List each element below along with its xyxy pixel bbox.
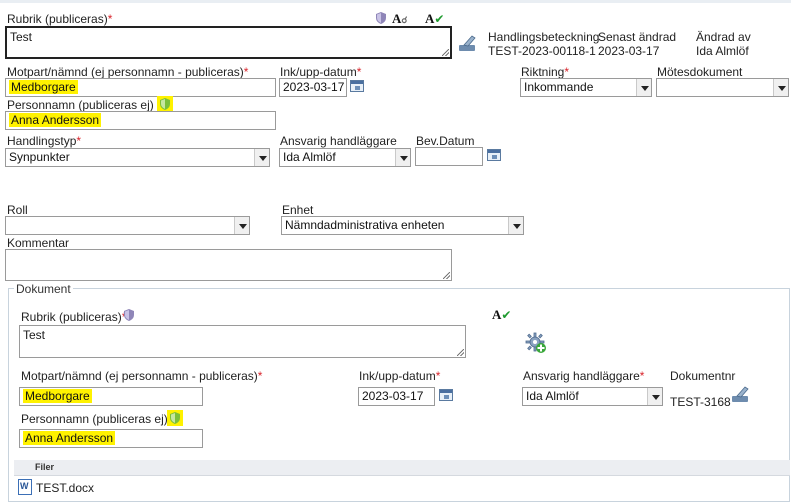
ansvarig-label: Ansvarig handläggare: [280, 134, 397, 148]
shield-icon: [170, 412, 180, 424]
handlingstyp-label: Handlingstyp*: [7, 134, 82, 148]
handlingsbeteckning-value: TEST-2023-00118-1: [488, 44, 596, 58]
rubrik-textarea[interactable]: Test: [5, 26, 452, 59]
dok-ink-date-input[interactable]: 2023-03-17: [358, 387, 435, 406]
chevron-down-icon: [773, 79, 788, 96]
handlingstyp-select[interactable]: Synpunkter: [5, 148, 270, 167]
enhet-label: Enhet: [282, 203, 314, 217]
file-name[interactable]: TEST.docx: [36, 481, 94, 495]
kommentar-textarea[interactable]: [5, 249, 452, 281]
chevron-down-icon: [508, 217, 523, 234]
word-document-icon: [18, 479, 32, 495]
file-row[interactable]: TEST.docx: [14, 478, 790, 498]
chevron-down-icon: [234, 217, 249, 234]
riktning-label: Riktning*: [521, 65, 570, 79]
enhet-select[interactable]: Nämndadministrativa enheten: [281, 216, 524, 235]
calendar-icon[interactable]: [439, 389, 453, 401]
search-spell-icon[interactable]: A☌: [392, 11, 407, 27]
motpart-label: Motpart/nämnd (ej personnamn - publicera…: [7, 65, 249, 79]
dok-rubrik-label: Rubrik (publiceras)*: [21, 310, 127, 324]
ansvarig-select[interactable]: Ida Almlöf: [279, 148, 411, 167]
handlingsbeteckning-label: Handlingsbeteckning: [488, 30, 600, 44]
dokumentnr-value: TEST-3168: [670, 395, 731, 409]
clear-icon[interactable]: [731, 385, 751, 403]
bevdatum-label: Bev.Datum: [416, 134, 475, 148]
files-table-header: Filer: [14, 460, 790, 476]
shield-icon: [376, 12, 386, 24]
chevron-down-icon: [254, 149, 269, 166]
kommentar-label: Kommentar: [7, 236, 70, 250]
dok-ink-label: Ink/upp-datum*: [359, 369, 441, 383]
shield-highlight: [167, 410, 183, 426]
roll-select[interactable]: [5, 216, 250, 235]
spellcheck-icon[interactable]: A✔: [492, 307, 511, 323]
rubrik-label: Rubrik (publiceras)*: [7, 12, 113, 26]
dokument-legend: Dokument: [14, 282, 73, 296]
chevron-down-icon: [395, 149, 410, 166]
dok-personnamn-input[interactable]: Anna Andersson: [19, 429, 203, 448]
bevdatum-input[interactable]: [415, 147, 483, 166]
dok-personnamn-label: Personnamn (publiceras ej): [21, 412, 168, 426]
personnamn-input[interactable]: Anna Andersson: [5, 111, 276, 130]
dokumentnr-label: Dokumentnr: [670, 369, 736, 383]
senast-andrad-label: Senast ändrad: [598, 30, 677, 44]
roll-label: Roll: [7, 203, 28, 217]
filer-column-header: Filer: [35, 462, 55, 472]
personnamn-label: Personnamn (publiceras ej): [7, 98, 154, 112]
top-border: [0, 0, 791, 3]
riktning-select[interactable]: Inkommande: [520, 78, 652, 97]
spellcheck-icon[interactable]: A✔: [425, 11, 444, 27]
motesdokument-select[interactable]: [656, 78, 789, 97]
shield-highlight: [157, 96, 173, 112]
chevron-down-icon: [647, 388, 662, 405]
calendar-icon[interactable]: [350, 80, 364, 92]
dok-ansvarig-label: Ansvarig handläggare*: [523, 369, 645, 383]
dok-motpart-input[interactable]: Medborgare: [19, 387, 203, 406]
motpart-input[interactable]: Medborgare: [5, 78, 276, 97]
chevron-down-icon: [636, 79, 651, 96]
andrad-av-value: Ida Almlöf: [696, 44, 749, 58]
dok-rubrik-textarea[interactable]: Test: [19, 325, 466, 358]
dok-motpart-label: Motpart/nämnd (ej personnamn - publicera…: [21, 369, 263, 383]
motesdokument-label: Mötesdokument: [657, 65, 743, 79]
andrad-av-label: Ändrad av: [696, 30, 751, 44]
dok-ansvarig-select[interactable]: Ida Almlöf: [522, 387, 663, 406]
shield-icon: [124, 309, 134, 321]
calendar-icon[interactable]: [487, 149, 501, 161]
ink-label: Ink/upp-datum*: [280, 65, 362, 79]
senast-andrad-value: 2023-03-17: [598, 44, 660, 58]
ink-date-input[interactable]: 2023-03-17: [279, 78, 347, 97]
clear-icon[interactable]: [458, 34, 478, 52]
shield-icon: [160, 98, 170, 110]
settings-add-icon[interactable]: [525, 332, 547, 354]
